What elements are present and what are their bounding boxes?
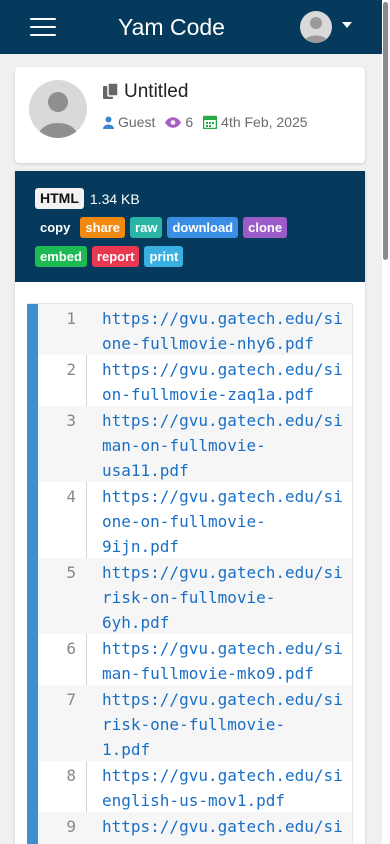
code-viewer[interactable]: 1 https://gvu.gatech.edu/si one-fullmovie… [27, 303, 353, 844]
author-name[interactable]: Guest [118, 114, 155, 130]
code-line: 8 https://gvu.gatech.edu/si english-us-mo… [27, 761, 352, 813]
print-button[interactable]: print [144, 246, 184, 267]
paste-title: Untitled [124, 81, 189, 102]
code-line: 4 https://gvu.gatech.edu/si one-on-fullmo… [27, 482, 352, 559]
line-number: 7 [66, 690, 76, 709]
code-panel-header: HTML 1.34 KB copy share raw download clo… [15, 171, 365, 282]
code-text[interactable]: https://gvu.gatech.edu/si man-english-us [102, 814, 352, 844]
copy-button[interactable]: copy [35, 217, 76, 238]
caret-down-icon[interactable] [342, 22, 352, 28]
author-avatar-icon [29, 80, 87, 138]
paste-date: 4th Feb, 2025 [221, 114, 308, 130]
code-text[interactable]: https://gvu.gatech.edu/si risk-on-fullmo… [102, 560, 352, 635]
code-line: 1 https://gvu.gatech.edu/si one-fullmovie… [27, 304, 352, 356]
code-text[interactable]: https://gvu.gatech.edu/si man-on-fullmov… [102, 408, 352, 483]
share-button[interactable]: share [80, 217, 126, 238]
code-panel: HTML 1.34 KB copy share raw download clo… [15, 171, 365, 844]
code-text[interactable]: https://gvu.gatech.edu/si man-fullmovie-… [102, 636, 352, 686]
eye-icon [165, 116, 182, 128]
top-navbar: Yam Code [0, 0, 382, 54]
code-line: 7 https://gvu.gatech.edu/si risk-one-full… [27, 685, 352, 762]
line-number: 9 [66, 817, 76, 836]
line-number: 5 [66, 563, 76, 582]
user-avatar-icon[interactable] [300, 11, 332, 43]
code-text[interactable]: https://gvu.gatech.edu/si on-fullmovie-z… [102, 357, 352, 407]
clone-button[interactable]: clone [243, 217, 288, 238]
code-text[interactable]: https://gvu.gatech.edu/si english-us-mov… [102, 763, 352, 813]
code-accent-bar [27, 304, 38, 844]
code-line: 2 https://gvu.gatech.edu/si on-fullmovie-… [27, 355, 352, 407]
report-button[interactable]: report [91, 246, 140, 267]
line-number: 4 [66, 487, 76, 506]
code-lines: 1 https://gvu.gatech.edu/si one-fullmovie… [27, 304, 352, 844]
code-line: 9 https://gvu.gatech.edu/si man-english-u… [27, 812, 352, 844]
code-line: 6 https://gvu.gatech.edu/si man-fullmovie… [27, 634, 352, 686]
hamburger-menu-icon[interactable] [30, 16, 56, 38]
download-button[interactable]: download [167, 217, 239, 238]
brand-title[interactable]: Yam Code [118, 12, 225, 42]
line-number: 1 [66, 309, 76, 328]
user-icon [103, 116, 114, 129]
code-line: 3 https://gvu.gatech.edu/si man-on-fullmo… [27, 406, 352, 483]
line-number: 8 [66, 766, 76, 785]
file-size: 1.34 KB [89, 190, 140, 207]
code-text[interactable]: https://gvu.gatech.edu/si one-on-fullmov… [102, 484, 352, 559]
line-number: 6 [66, 639, 76, 658]
line-number: 3 [66, 411, 76, 430]
embed-button[interactable]: embed [35, 246, 87, 267]
code-text[interactable]: https://gvu.gatech.edu/si one-fullmovie-… [102, 306, 352, 356]
calendar-icon [203, 115, 218, 129]
code-line: 5 https://gvu.gatech.edu/si risk-on-fullm… [27, 558, 352, 635]
view-count: 6 [185, 114, 194, 130]
copy-document-icon [103, 83, 119, 99]
raw-button[interactable]: raw [130, 217, 163, 238]
language-badge: HTML [35, 188, 84, 209]
line-number: 2 [66, 360, 76, 379]
scrollbar-thumb[interactable] [383, 2, 388, 260]
paste-info-card: Untitled Guest 6 4th Feb, 2025 [15, 67, 365, 163]
code-text[interactable]: https://gvu.gatech.edu/si risk-one-fullm… [102, 687, 352, 762]
